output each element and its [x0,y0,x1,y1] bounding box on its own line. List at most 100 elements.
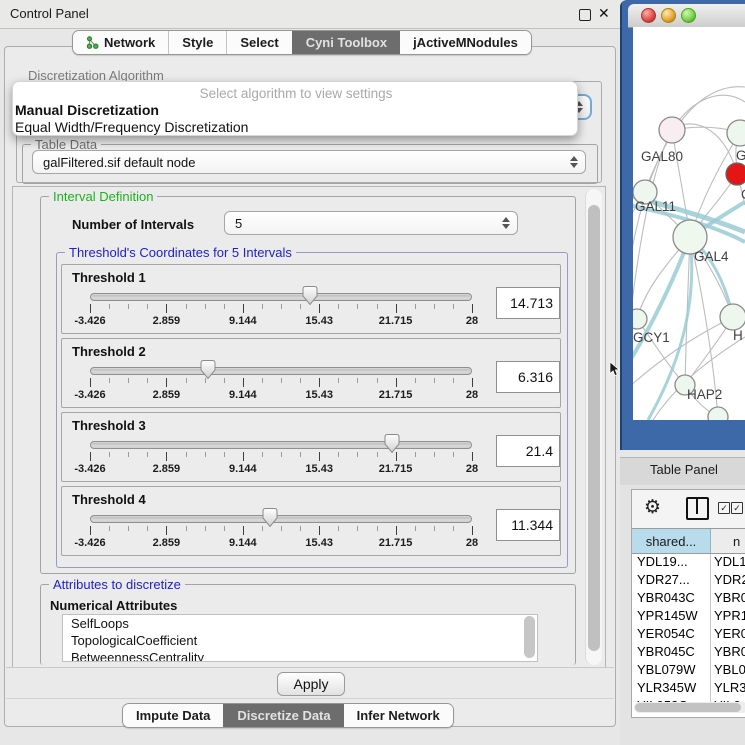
network-canvas[interactable]: GAL80 GA GAL11 C GAL4 GCY1 H HAP2 [633,27,745,420]
tick-mark [300,526,301,531]
tick-mark [319,526,320,535]
table-row[interactable]: YER054CYER0 [632,626,745,644]
number-of-intervals-combo[interactable]: 5 [224,211,518,235]
tick-mark [147,304,148,309]
table-row[interactable]: YPR145WYPR1 [632,608,745,626]
checkbox-icon[interactable]: ✓ [731,502,743,514]
numerical-attributes-list[interactable]: SelfLoopsTopologicalCoefficientBetweenne… [62,614,538,662]
tick-mark [166,378,167,387]
tab-network[interactable]: Network [73,31,168,54]
tick-mark [243,526,244,535]
slider-track[interactable] [90,293,472,301]
tick-mark [281,526,282,531]
attribute-item[interactable]: TopologicalCoefficient [63,632,537,649]
apply-button[interactable]: Apply [277,672,345,696]
tab-select[interactable]: Select [226,31,291,54]
tick-mark [357,452,358,457]
tab-cyni-toolbox[interactable]: Cyni Toolbox [292,31,400,54]
table-data-combo[interactable]: galFiltered.sif default node [32,150,586,174]
dropdown-item-equal-width[interactable]: Equal Width/Frequency Discretization [13,119,577,136]
table-row[interactable]: YLR345WYLR3 [632,680,745,698]
threshold-value-field[interactable]: 14.713 [496,287,560,319]
tick-mark [338,526,339,531]
vertical-scrollbar[interactable] [585,189,602,665]
table-row[interactable]: YDL19...YDL1 [632,554,745,572]
slider-thumb-icon[interactable] [199,359,217,380]
slider-track[interactable] [90,441,472,449]
table-row[interactable]: YBR043CYBR0 [632,590,745,608]
tick-label: 28 [466,537,478,549]
tick-mark [281,304,282,309]
control-panel-titlebar [0,0,620,29]
close-icon[interactable]: ✕ [598,5,610,22]
cell-shared-name: YLR345W [632,680,711,698]
cell-shared-name: YDL19... [632,554,711,572]
slider-track[interactable] [90,515,472,523]
tick-mark [357,304,358,309]
slider-tick-labels: -3.4262.8599.14415.4321.71528 [90,537,472,550]
threshold-slider[interactable]: -3.4262.8599.14415.4321.71528 [90,433,472,479]
tick-label: -3.426 [74,315,105,327]
table-row[interactable]: YBR045CYBR0 [632,644,745,662]
attributes-list-scrollbar-thumb[interactable] [524,616,535,658]
minimize-traffic-light-icon[interactable] [661,8,676,23]
tick-label: 28 [466,463,478,475]
tick-mark [224,452,225,457]
vertical-scrollbar-thumb[interactable] [588,205,600,651]
tick-mark [319,378,320,387]
close-traffic-light-icon[interactable] [641,8,656,23]
attribute-item[interactable]: BetweennessCentrality [63,649,537,662]
tab-style[interactable]: Style [168,31,226,54]
tick-mark [281,378,282,383]
threshold-slider[interactable]: -3.4262.8599.14415.4321.71528 [90,285,472,331]
slider-thumb-icon[interactable] [301,285,319,306]
horizontal-scrollbar-thumb[interactable] [635,703,741,712]
table-row[interactable]: YBL079WYBL0 [632,662,745,680]
float-window-icon[interactable] [579,9,591,21]
slider-thumb-icon[interactable] [261,507,279,528]
tick-mark [415,526,416,531]
slider-tick-labels: -3.4262.8599.14415.4321.71528 [90,389,472,402]
screen: Control Panel ✕ NetworkStyleSelectCyni T… [0,0,745,745]
tick-mark [262,378,263,383]
dropdown-placeholder-item[interactable]: Select algorithm to view settings [13,85,577,102]
tab-impute-data[interactable]: Impute Data [123,704,223,727]
slider-track[interactable] [90,367,472,375]
threshold-slider[interactable]: -3.4262.8599.14415.4321.71528 [90,359,472,405]
dropdown-item-manual[interactable]: Manual Discretization [13,102,577,119]
node-label: HAP2 [687,387,722,402]
cell-name: YDR2 [711,572,745,590]
tick-mark [128,378,129,383]
threshold-value-field[interactable]: 6.316 [496,361,560,393]
tab-label: Infer Network [357,708,440,723]
number-of-intervals-label: Number of Intervals [72,217,194,232]
threshold-value-field[interactable]: 11.344 [496,509,560,541]
horizontal-scrollbar[interactable] [634,702,745,713]
checkbox-icon[interactable]: ✓ [718,502,730,514]
bottom-tab-strip: Impute Data Discretize Data Infer Network [122,703,454,728]
tick-mark [472,526,473,535]
cell-shared-name: YBL079W [632,662,711,680]
attribute-item[interactable]: SelfLoops [63,615,537,632]
column-header-shared-name[interactable]: shared... [632,529,711,553]
tab-infer-network[interactable]: Infer Network [344,704,453,727]
algorithm-dropdown-popup: Select algorithm to view settings Manual… [12,81,578,136]
tick-mark [453,452,454,457]
cell-shared-name: YPR145W [632,608,711,626]
columns-icon[interactable] [686,497,709,520]
zoom-traffic-light-icon[interactable] [681,8,696,23]
tick-mark [434,452,435,457]
threshold-value-field[interactable]: 21.4 [496,435,560,467]
table-row[interactable]: YDR27...YDR2 [632,572,745,590]
threshold-slider[interactable]: -3.4262.8599.14415.4321.71528 [90,507,472,553]
threshold-panel: Threshold 3 -3.4262.8599.14415.4321.7152… [61,412,561,482]
tab-jactivemnodules[interactable]: jActiveMNodules [400,31,531,54]
tick-mark [147,452,148,457]
column-header-name[interactable]: n [711,529,745,553]
gear-icon[interactable]: ⚙ [644,496,661,519]
tick-mark [205,304,206,309]
slider-thumb-icon[interactable] [383,433,401,454]
tab-discretize-data[interactable]: Discretize Data [223,704,343,727]
tab-label: Impute Data [136,708,210,723]
slider-ticks [90,452,472,462]
